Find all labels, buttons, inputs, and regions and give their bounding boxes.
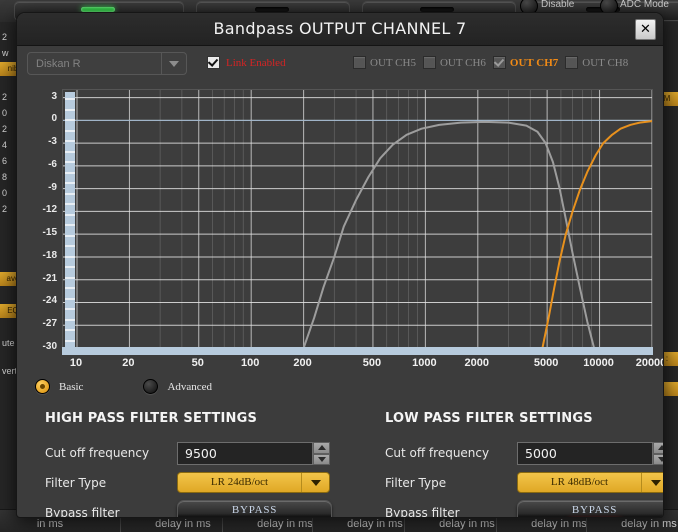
high-pass-bypass-button[interactable]: BYPASS — [177, 500, 332, 517]
channel-checkbox-out-ch8[interactable]: OUT CH8 — [565, 56, 628, 69]
dialog-toolbar: Diskan R Link Enabled OUT CH5 OUT CH6 OU… — [17, 46, 663, 80]
graph-plot-area[interactable] — [62, 89, 653, 353]
frequency-response-graph: 3 0 -3 -6 -9 -12 -15 -18 -21 -24 -27 -30 10 20 50 100 2… — [27, 89, 663, 369]
high-pass-filter-type-row: Filter Type LR 24dB/oct — [45, 472, 345, 500]
background-adc-label: ADC Mode — [620, 0, 669, 10]
low-pass-cutoff-row: Cut off frequency 5000 — [385, 442, 663, 470]
x-axis-tick-label: 50 — [191, 357, 204, 369]
y-axis-tick-label: -9 — [48, 181, 57, 193]
mode-radio-group: Basic Advanced — [35, 379, 212, 394]
high-pass-bypass-button-label: BYPASS — [231, 504, 278, 516]
high-pass-filter-type-value: LR 24dB/oct — [210, 476, 269, 488]
checkbox-icon[interactable] — [565, 56, 579, 69]
high-pass-cutoff-row: Cut off frequency 9500 — [45, 442, 345, 470]
channel-checkbox-out-ch6[interactable]: OUT CH6 — [422, 56, 486, 69]
response-curves — [63, 90, 652, 352]
channel-checkbox-out-ch5[interactable]: OUT CH5 — [353, 56, 416, 69]
y-axis-tick-label: -3 — [48, 136, 57, 148]
horizontal-scrollbar[interactable] — [62, 347, 653, 355]
low-pass-cutoff-stepper[interactable] — [653, 442, 663, 465]
stepper-up-icon[interactable] — [653, 442, 663, 454]
y-axis-tick-label: -12 — [42, 204, 57, 216]
high-pass-bypass-row: Bypass filter BYPASS — [45, 500, 345, 518]
high-pass-bypass-label: Bypass filter — [45, 506, 120, 518]
low-pass-filter-type-row: Filter Type LR 48dB/oct — [385, 472, 663, 500]
y-axis-tick-label: -6 — [48, 158, 57, 170]
radio-advanced[interactable]: Advanced — [143, 379, 212, 394]
preset-select-value: Diskan R — [36, 58, 81, 70]
high-pass-title: HIGH PASS FILTER SETTINGS — [45, 411, 258, 426]
channel-label: OUT CH7 — [509, 56, 559, 69]
vertical-scrollbar[interactable] — [65, 92, 75, 350]
x-axis-tick-label: 100 — [241, 357, 260, 369]
high-pass-filter-section: HIGH PASS FILTER SETTINGS Cut off freque… — [45, 411, 345, 518]
high-pass-cutoff-stepper[interactable] — [313, 442, 330, 465]
y-axis-labels: 3 0 -3 -6 -9 -12 -15 -18 -21 -24 -27 -30 — [27, 89, 57, 353]
y-axis-tick-label: -30 — [42, 341, 57, 352]
low-pass-title: LOW PASS FILTER SETTINGS — [385, 411, 593, 426]
x-axis-tick-label: 20000 — [635, 357, 664, 369]
high-pass-cutoff-label: Cut off frequency — [45, 446, 150, 460]
y-axis-tick-label: 0 — [51, 113, 57, 125]
radio-icon[interactable] — [143, 379, 159, 394]
chevron-down-icon — [641, 473, 663, 492]
channel-checkbox-out-ch7[interactable]: OUT CH7 — [492, 56, 559, 69]
low-pass-cutoff-input[interactable]: 5000 — [517, 442, 653, 465]
stepper-down-icon[interactable] — [313, 453, 330, 465]
checkbox-icon[interactable] — [492, 56, 506, 69]
output-channel-selector: OUT CH5 OUT CH6 OUT CH7 OUT CH8 — [353, 56, 628, 69]
y-axis-tick-label: -18 — [42, 249, 57, 261]
chevron-down-icon — [301, 473, 329, 492]
channel-label: OUT CH6 — [439, 56, 486, 69]
radio-advanced-label: Advanced — [167, 380, 213, 393]
low-pass-filter-type-select[interactable]: LR 48dB/oct — [517, 472, 663, 493]
x-axis-tick-label: 10 — [69, 357, 83, 369]
background-delay-label-6: delay in ms — [621, 518, 677, 530]
x-axis-tick-label: 200 — [293, 357, 312, 369]
checkbox-icon[interactable] — [207, 56, 220, 69]
dialog-titlebar: Bandpass OUTPUT CHANNEL 7 ✕ — [17, 13, 663, 46]
low-pass-cutoff-label: Cut off frequency — [385, 446, 490, 460]
stepper-down-icon[interactable] — [653, 453, 663, 465]
low-pass-bypass-button[interactable]: BYPASS — [517, 500, 663, 517]
low-pass-bypass-label: Bypass filter — [385, 506, 460, 518]
x-axis-tick-label: 500 — [362, 357, 382, 369]
low-pass-bypass-row: Bypass filter BYPASS — [385, 500, 663, 518]
link-enabled-checkbox[interactable]: Link Enabled — [207, 56, 286, 69]
high-pass-filter-type-select[interactable]: LR 24dB/oct — [177, 472, 330, 493]
link-enabled-label: Link Enabled — [226, 56, 286, 69]
x-axis-tick-label: 20 — [122, 357, 135, 369]
channel-label: OUT CH5 — [370, 56, 416, 69]
low-pass-filter-type-label: Filter Type — [385, 476, 447, 490]
preset-select[interactable]: Diskan R — [27, 52, 187, 75]
channel-label: OUT CH8 — [582, 56, 629, 69]
y-axis-tick-label: -27 — [42, 318, 57, 330]
high-pass-filter-type-label: Filter Type — [45, 476, 107, 490]
stepper-up-icon[interactable] — [313, 442, 330, 454]
background-disable-label: Disable — [541, 0, 575, 10]
radio-basic[interactable]: Basic — [35, 379, 83, 394]
radio-icon[interactable] — [35, 379, 50, 394]
y-axis-tick-label: -24 — [42, 295, 57, 307]
x-axis-tick-label: 1000 — [412, 357, 437, 369]
radio-basic-label: Basic — [59, 380, 84, 393]
bandpass-dialog: Bandpass OUTPUT CHANNEL 7 ✕ Diskan R Lin… — [16, 12, 664, 518]
x-axis-tick-label: 5000 — [533, 357, 559, 369]
dialog-title: Bandpass OUTPUT CHANNEL 7 — [213, 19, 467, 38]
low-pass-bypass-button-label: BYPASS — [571, 504, 618, 516]
y-axis-tick-label: -15 — [42, 227, 57, 239]
y-axis-tick-label: -21 — [42, 272, 57, 284]
checkbox-icon[interactable] — [353, 56, 366, 69]
low-pass-filter-type-value: LR 48dB/oct — [550, 476, 609, 488]
x-axis-tick-label: 10000 — [583, 357, 614, 369]
checkbox-icon[interactable] — [422, 56, 436, 69]
background-delay-label-0: in ms — [36, 518, 64, 530]
chevron-down-icon — [161, 53, 186, 74]
low-pass-filter-section: LOW PASS FILTER SETTINGS Cut off frequen… — [385, 411, 663, 518]
close-icon[interactable]: ✕ — [635, 19, 656, 40]
x-axis-tick-label: 2000 — [464, 357, 490, 369]
high-pass-cutoff-input[interactable]: 9500 — [177, 442, 313, 465]
y-axis-tick-label: 3 — [51, 90, 57, 102]
